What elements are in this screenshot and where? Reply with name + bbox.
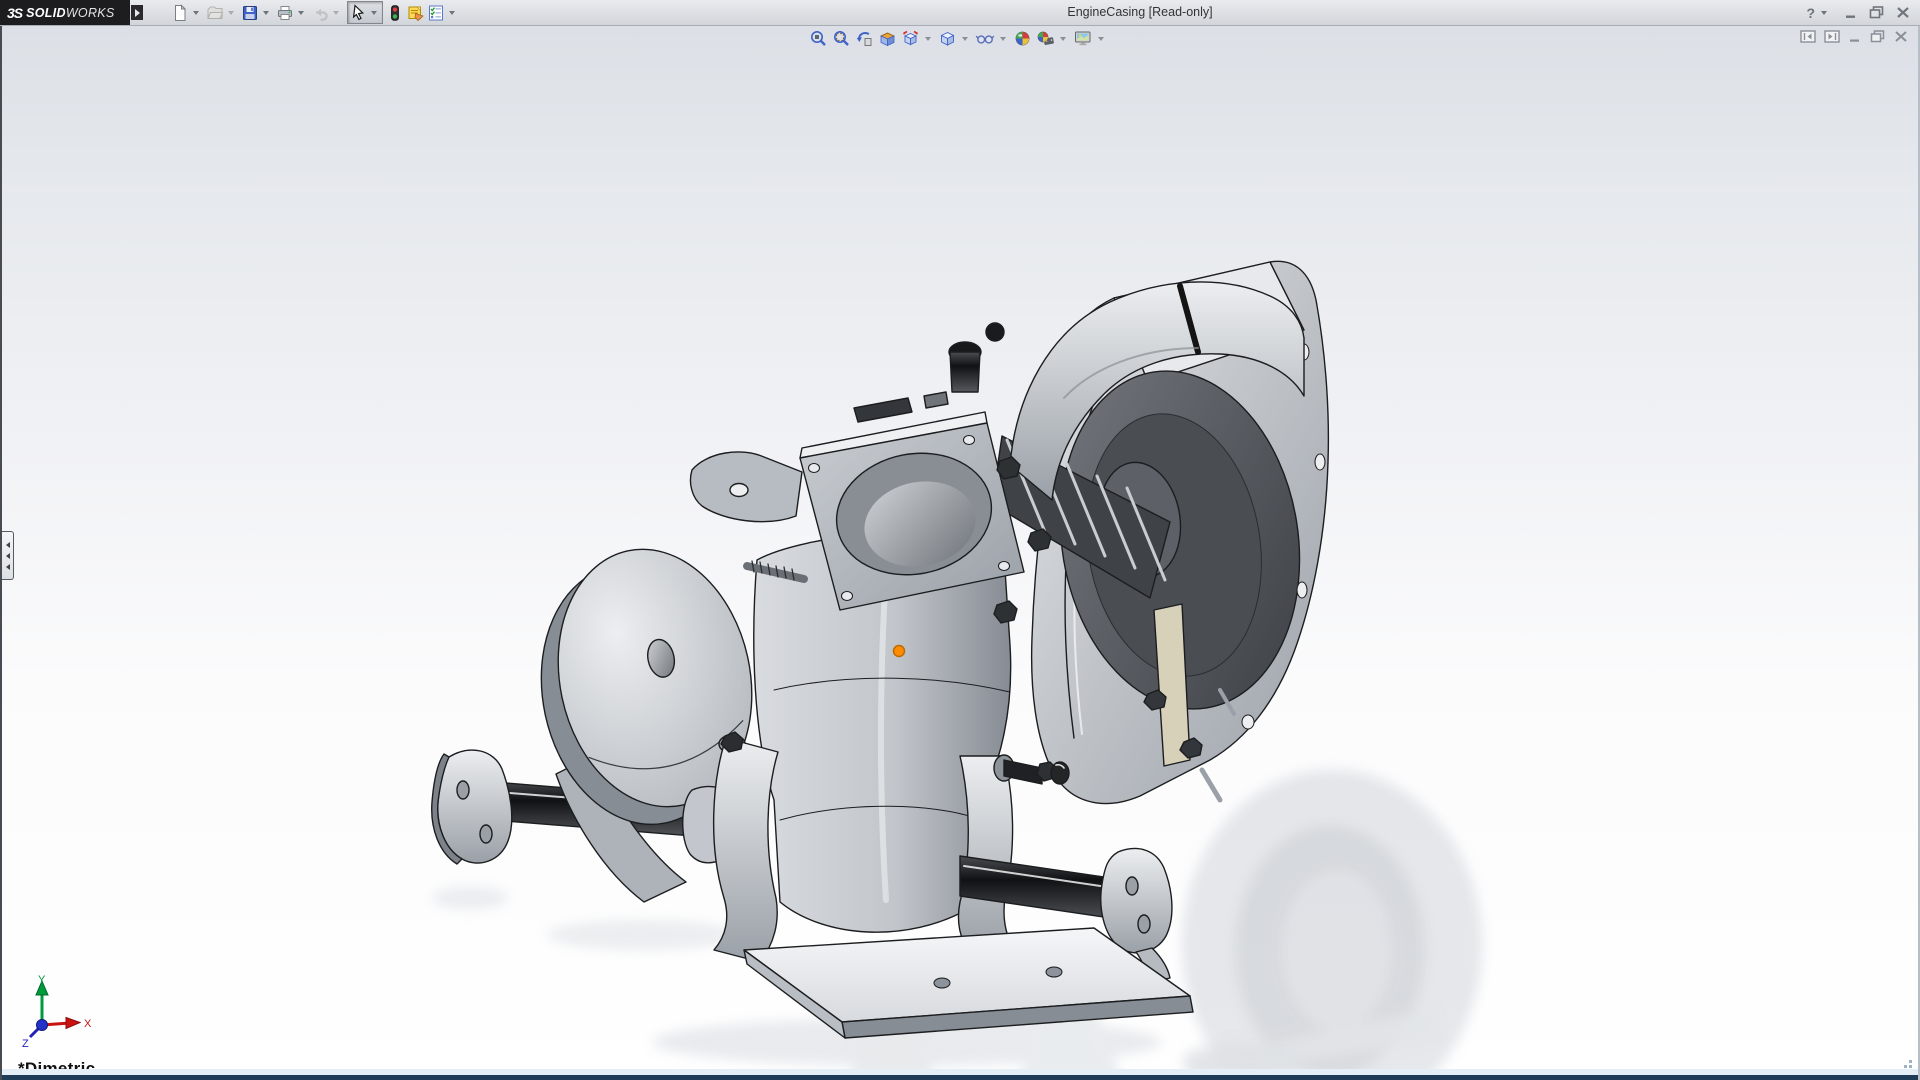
dropdown-arrow-icon[interactable] — [1098, 36, 1104, 41]
color-ball-icon — [1015, 31, 1030, 46]
view-settings-button[interactable] — [1072, 28, 1094, 49]
doc-minimize-button[interactable] — [1848, 31, 1862, 43]
help-icon: ? — [1806, 4, 1815, 21]
help-button[interactable]: ? — [1806, 5, 1833, 21]
view-cube-icon — [902, 30, 919, 46]
view-orientation-button[interactable] — [900, 28, 921, 49]
undo-button[interactable] — [310, 2, 330, 24]
dropdown-arrow-icon[interactable] — [371, 10, 377, 15]
app-window-buttons: ? — [1806, 0, 1910, 25]
zoom-to-fit-button[interactable] — [808, 28, 829, 49]
dropdown-arrow-icon[interactable] — [298, 10, 304, 15]
previous-view-button[interactable] — [854, 28, 875, 49]
zoom-to-area-button[interactable] — [831, 28, 852, 49]
open-folder-icon — [207, 6, 224, 19]
chevron-left-icon — [5, 563, 10, 570]
triad-y-axis: Y — [35, 975, 49, 1025]
pane-toggle-right-button[interactable] — [1824, 30, 1840, 43]
section-view-button[interactable] — [877, 28, 898, 49]
monitor-scene-icon — [1075, 31, 1091, 46]
dropdown-arrow-icon[interactable] — [333, 10, 339, 15]
section-view-icon — [880, 32, 895, 47]
chevron-left-icon — [5, 552, 10, 559]
hide-show-items-button[interactable] — [974, 28, 996, 49]
dropdown-arrow-icon[interactable] — [263, 10, 269, 15]
dropdown-arrow-icon[interactable] — [1000, 36, 1006, 41]
select-cursor-icon — [352, 3, 365, 20]
save-floppy-icon — [243, 5, 257, 20]
eyeglasses-icon — [975, 35, 995, 44]
orientation-triad: Y X Z — [22, 975, 92, 1050]
close-button[interactable] — [1896, 6, 1910, 19]
select-tool-button[interactable] — [347, 1, 383, 24]
dropdown-arrow-icon[interactable] — [1821, 10, 1827, 15]
document-window-controls — [1800, 30, 1908, 43]
display-style-button[interactable] — [937, 28, 958, 49]
titlebar: 3S SOLIDWORKS EngineCasing [Read-only] ? — [0, 0, 1920, 26]
menu-expand-button[interactable] — [131, 5, 143, 20]
chevron-left-icon — [5, 541, 10, 548]
resize-grip[interactable] — [1898, 1058, 1912, 1068]
dropdown-arrow-icon[interactable] — [962, 36, 968, 41]
dropdown-arrow-icon[interactable] — [925, 36, 931, 41]
triad-z-label: Z — [22, 1038, 29, 1050]
scene-ball-icon — [1037, 31, 1054, 45]
save-button[interactable] — [240, 2, 260, 24]
checklist-icon — [429, 5, 443, 20]
printer-icon — [278, 5, 292, 20]
restore-button[interactable] — [1869, 6, 1885, 19]
zoom-fit-icon — [811, 31, 826, 46]
triad-z-axis: Z — [22, 1019, 48, 1050]
brand-text: SOLIDWORKS — [26, 5, 115, 20]
ignition-parts[interactable] — [853, 322, 1005, 423]
dropdown-arrow-icon[interactable] — [228, 10, 234, 15]
zoom-area-icon — [834, 31, 849, 46]
chevron-right-icon — [134, 8, 140, 17]
triad-x-label: X — [84, 1018, 92, 1030]
stand-right-upright[interactable] — [957, 754, 1070, 953]
apply-scene-button[interactable] — [1035, 28, 1056, 49]
comment-button[interactable] — [405, 2, 426, 24]
doc-restore-button[interactable] — [1870, 30, 1886, 43]
dassault-3ds-logo-icon: 3S — [7, 4, 23, 21]
print-button[interactable] — [275, 2, 295, 24]
window-title: EngineCasing [Read-only] — [1067, 5, 1213, 19]
heads-up-view-toolbar — [808, 28, 1108, 49]
pane-toggle-left-button[interactable] — [1800, 30, 1816, 43]
undo-arrow-icon — [316, 8, 328, 21]
previous-view-icon — [856, 32, 872, 46]
graphics-viewport[interactable]: Y X Z *Dimetric — [0, 25, 1920, 1080]
traffic-light-icon — [391, 4, 399, 21]
dropdown-arrow-icon[interactable] — [449, 10, 455, 15]
display-style-cube-icon — [940, 31, 955, 46]
engine-casing-model[interactable] — [2, 25, 1920, 1080]
note-hand-icon — [408, 6, 424, 21]
solidworks-app-window: { "titlebar": { "brand_mark": "3S", "bra… — [0, 0, 1920, 1080]
triad-x-axis: X — [41, 1016, 92, 1030]
bottom-border-dark — [2, 1075, 1918, 1080]
dropdown-arrow-icon[interactable] — [193, 10, 199, 15]
edit-appearance-button[interactable] — [1012, 28, 1033, 49]
main-toolbar — [170, 0, 461, 25]
triad-y-label: Y — [38, 975, 46, 986]
new-document-button[interactable] — [170, 2, 190, 24]
origin-marker[interactable] — [892, 644, 906, 658]
solidworks-logo: 3S SOLIDWORKS — [0, 0, 130, 25]
dropdown-arrow-icon[interactable] — [1060, 36, 1066, 41]
new-document-icon — [175, 3, 187, 21]
design-checker-button[interactable] — [426, 2, 446, 24]
open-button[interactable] — [205, 2, 225, 24]
status-lights-button[interactable] — [385, 2, 405, 24]
doc-close-button[interactable] — [1894, 30, 1908, 43]
minimize-button[interactable] — [1844, 7, 1858, 19]
left-mount-flange[interactable] — [431, 749, 513, 865]
feature-manager-collapsed-tab[interactable] — [2, 531, 14, 580]
